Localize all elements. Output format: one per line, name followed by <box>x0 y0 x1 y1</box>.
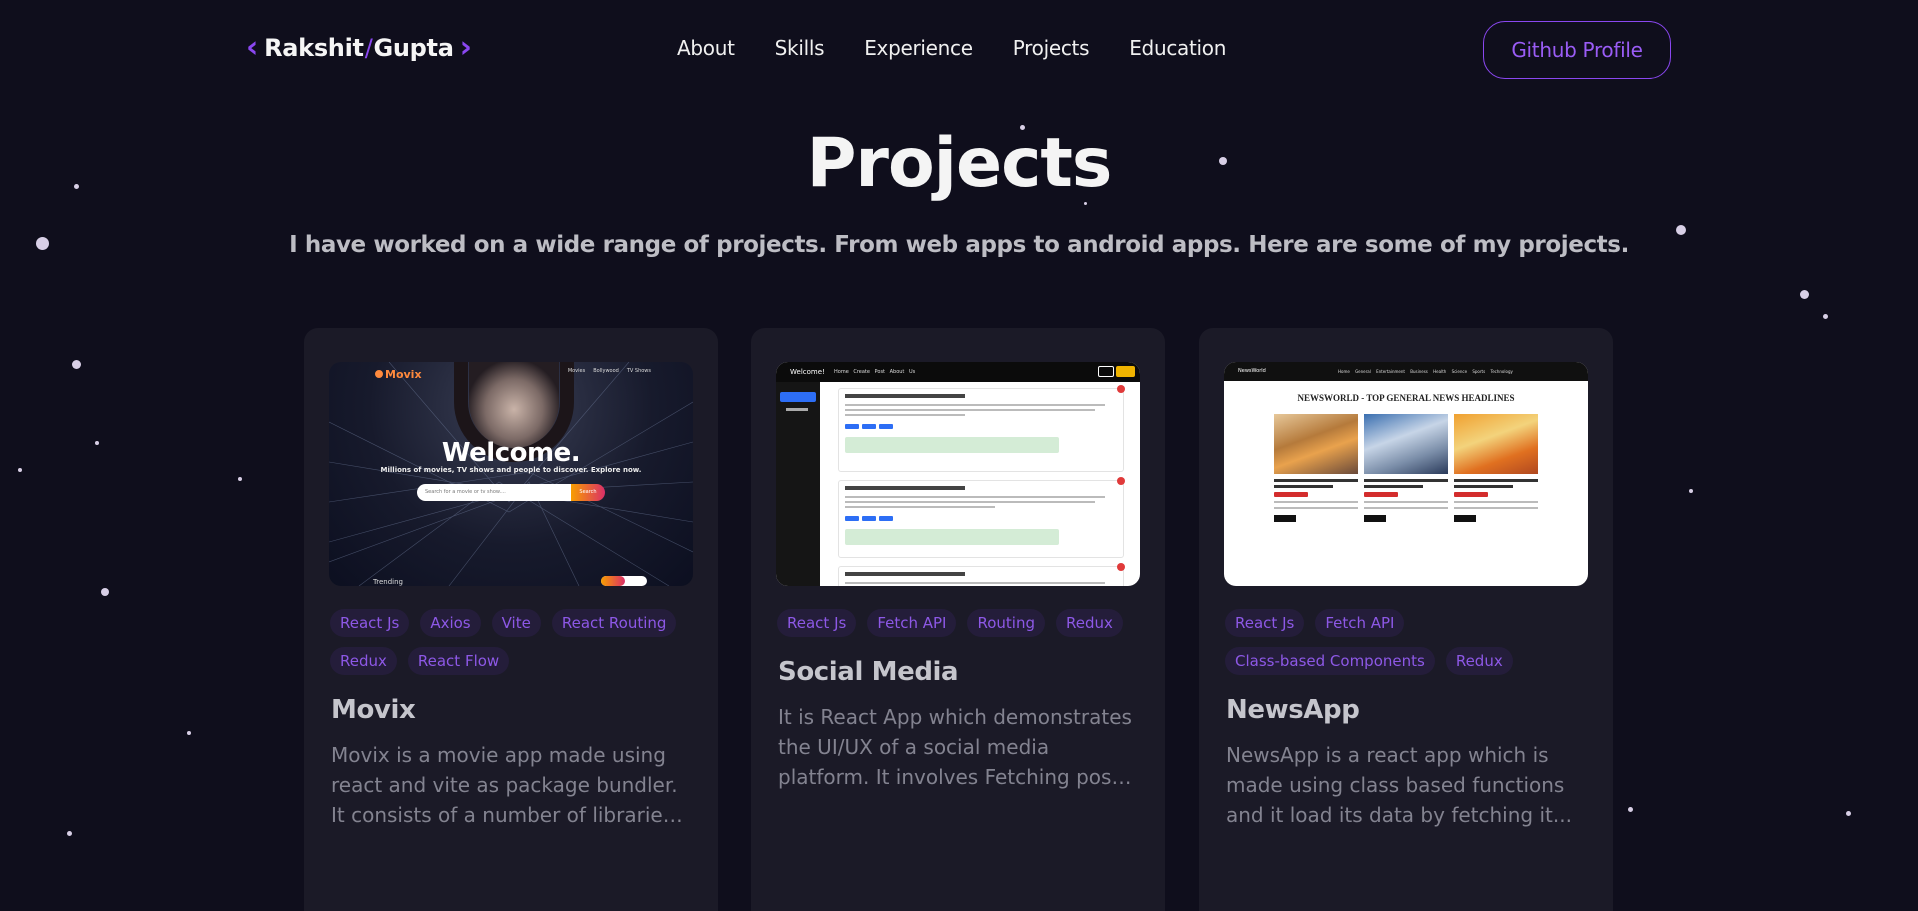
tag: Fetch API <box>1315 609 1405 637</box>
project-description: NewsApp is a react app which is made usi… <box>1226 743 1572 827</box>
movix-nav: Movies Bollywood TV Shows <box>567 368 651 374</box>
chevron-left-icon: ‹ <box>246 30 259 65</box>
project-title: Movix <box>331 695 416 725</box>
navbar: ‹ Rakshit / Gupta › About Skills Experie… <box>0 0 1918 100</box>
tag-list: React Js Axios Vite React Routing Redux … <box>330 609 700 675</box>
tag: React Js <box>330 609 410 637</box>
movix-toggle <box>601 576 647 586</box>
section-title: Projects <box>806 124 1113 203</box>
nav-link-experience[interactable]: Experience <box>864 36 973 60</box>
movix-welcome: Welcome. <box>441 438 581 468</box>
tag: Class-based Components <box>1225 647 1435 675</box>
social-topbar: Welcome! Home Create Post About Us <box>776 362 1140 382</box>
social-sidebar <box>776 382 820 586</box>
tag: React Js <box>777 609 857 637</box>
movix-tagline: Millions of movies, TV shows and people … <box>380 466 642 474</box>
logo-last-name: Gupta <box>373 34 454 62</box>
nav-link-skills[interactable]: Skills <box>775 36 825 60</box>
nav-link-projects[interactable]: Projects <box>1013 36 1090 60</box>
tag: Fetch API <box>867 609 957 637</box>
logo[interactable]: ‹ Rakshit / Gupta › <box>246 33 472 63</box>
chevron-right-icon: › <box>459 30 472 65</box>
news-headline: NEWSWORLD - TOP GENERAL NEWS HEADLINES <box>1297 393 1515 403</box>
project-preview-social-media: Welcome! Home Create Post About Us <box>776 362 1140 586</box>
hero-face <box>469 362 559 448</box>
project-card-social-media[interactable]: Welcome! Home Create Post About Us React… <box>751 328 1165 911</box>
project-description: It is React App which demonstrates the U… <box>778 705 1138 789</box>
movix-search: Search for a movie or tv show.... <box>417 484 571 501</box>
social-post <box>838 563 1125 586</box>
news-topbar: NewsWorld Home General Entertainment Bus… <box>1224 362 1588 381</box>
project-card-newsapp[interactable]: NewsWorld Home General Entertainment Bus… <box>1199 328 1613 911</box>
tag: React Js <box>1225 609 1305 637</box>
tag: Axios <box>420 609 481 637</box>
tag: Redux <box>1056 609 1123 637</box>
project-description: Movix is a movie app made using react an… <box>331 743 691 827</box>
tag: Redux <box>330 647 397 675</box>
news-article <box>1454 414 1538 522</box>
nav-link-education[interactable]: Education <box>1129 36 1226 60</box>
section-subtitle: I have worked on a wide range of project… <box>289 232 1629 258</box>
movix-logo: Movix <box>375 368 422 381</box>
tag: React Flow <box>407 647 510 675</box>
movix-search-button: Search <box>571 484 605 501</box>
tag: Routing <box>967 609 1045 637</box>
news-article <box>1364 414 1448 522</box>
project-preview-movix: Movix Movies Bollywood TV Shows Welcome. M… <box>329 362 693 586</box>
tag-list: React Js Fetch API Routing Redux <box>777 609 1147 637</box>
project-title: Social Media <box>778 657 959 687</box>
social-post <box>838 385 1125 472</box>
logo-first-name: Rakshit <box>264 34 364 62</box>
social-post <box>838 477 1125 558</box>
movix-trending: Trending <box>373 578 403 586</box>
logo-slash: / <box>364 34 373 62</box>
news-article <box>1274 414 1358 522</box>
tag: Vite <box>491 609 541 637</box>
tag: Redux <box>1445 647 1513 675</box>
main-menu: About Skills Experience Projects Educati… <box>677 36 1226 60</box>
nav-link-about[interactable]: About <box>677 36 735 60</box>
project-card-movix[interactable]: Movix Movies Bollywood TV Shows Welcome. M… <box>304 328 718 911</box>
project-preview-newsapp: NewsWorld Home General Entertainment Bus… <box>1224 362 1588 586</box>
tag: React Routing <box>551 609 677 637</box>
tag-list: React Js Fetch API Class-based Component… <box>1225 609 1595 675</box>
github-profile-button[interactable]: Github Profile <box>1483 21 1671 79</box>
project-title: NewsApp <box>1226 695 1360 725</box>
